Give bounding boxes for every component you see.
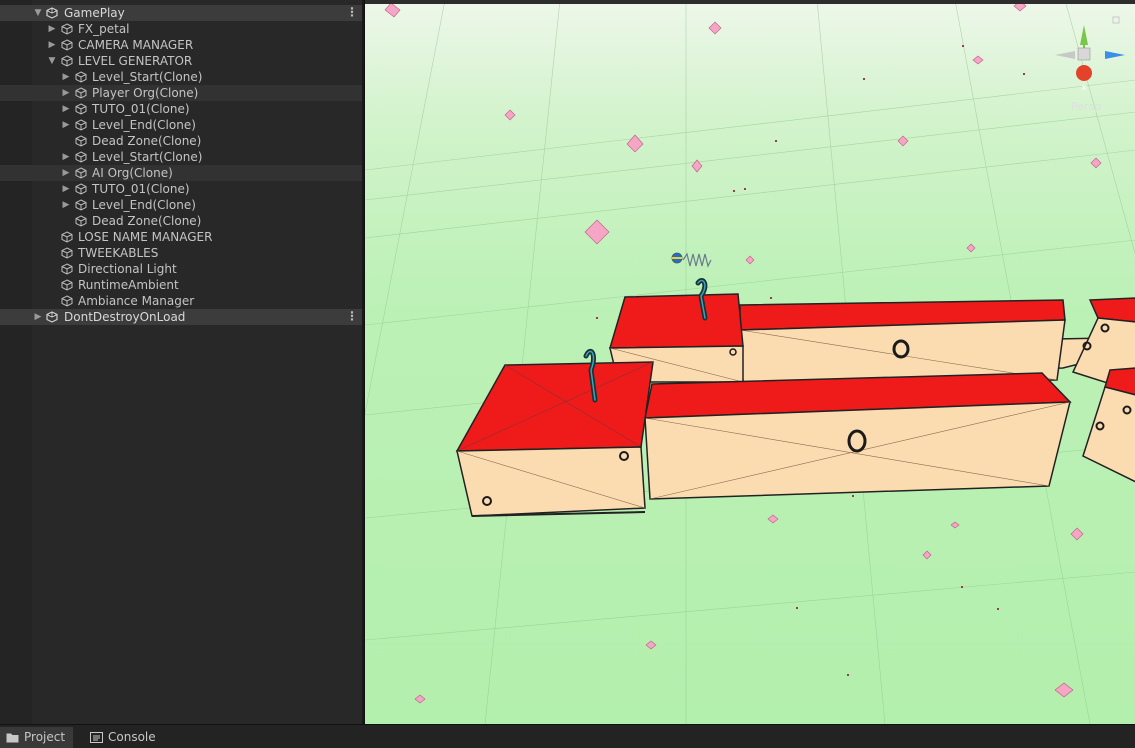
item-label: Ambiance Manager [78,294,195,308]
expand-arrow-icon[interactable]: ▶ [61,69,71,85]
hierarchy-item-directional-light[interactable]: Directional Light [0,261,362,277]
item-label: TUTO_01(Clone) [92,182,190,196]
prefab-cube-icon [75,199,87,211]
gizmo-x-label: x [1081,83,1087,93]
gameobject-cube-icon [61,23,73,35]
item-label: Dead Zone(Clone) [92,214,202,228]
tab-console[interactable]: Console [84,727,164,748]
scene-toolbar-strip [365,0,1135,4]
item-label: RuntimeAmbient [78,278,179,292]
item-label: FX_petal [78,22,130,36]
item-label: Level_Start(Clone) [92,150,203,164]
scene-label: DontDestroyOnLoad [64,310,186,324]
hierarchy-item-dead-zone-clone[interactable]: Dead Zone(Clone) [0,213,362,229]
hierarchy-item-level-end-clone[interactable]: ▶ Level_End(Clone) [0,197,362,213]
hierarchy-item-runtime-ambient[interactable]: RuntimeAmbient [0,277,362,293]
expand-arrow-icon[interactable]: ▶ [33,309,43,325]
item-label: Level_Start(Clone) [92,70,203,84]
hierarchy-item-dead-zone-clone[interactable]: Dead Zone(Clone) [0,133,362,149]
hierarchy-item-ai-org-clone[interactable]: ▶ AI Org(Clone) [0,165,362,181]
prefab-cube-icon [75,151,87,163]
item-label: Player Org(Clone) [92,86,199,100]
expand-arrow-icon[interactable]: ▶ [47,37,57,53]
console-icon [90,732,103,743]
prefab-cube-icon [75,71,87,83]
item-label: AI Org(Clone) [92,166,173,180]
scene-canvas[interactable]: x Persp [365,0,1135,724]
expand-arrow-icon[interactable]: ▼ [33,5,43,21]
item-label: Level_End(Clone) [92,118,196,132]
unity-scene-icon [46,311,58,323]
hierarchy-panel: ▼ GamePlay ⋮ ▶ FX_petal ▶ CAMERA MANAGER… [0,0,362,724]
projection-label[interactable]: Persp [1071,100,1101,113]
gameobject-cube-icon [61,295,73,307]
item-label: CAMERA MANAGER [78,38,194,52]
tab-project-label: Project [24,730,66,744]
bottom-tab-bar: Project Console [0,724,1135,748]
item-label: LOSE NAME MANAGER [78,230,213,244]
item-label: Level_End(Clone) [92,198,196,212]
scene-view[interactable]: x Persp [364,0,1135,724]
gameobject-cube-icon [61,39,73,51]
prefab-cube-icon [75,119,87,131]
hierarchy-item-tuto-01-clone[interactable]: ▶ TUTO_01(Clone) [0,181,362,197]
tab-console-label: Console [108,730,156,744]
expand-arrow-icon[interactable]: ▶ [61,181,71,197]
expand-arrow-icon[interactable]: ▶ [61,197,71,213]
hierarchy-item-player-org-clone[interactable]: ▶ Player Org(Clone) [0,85,362,101]
hierarchy-item-lose-name-manager[interactable]: LOSE NAME MANAGER [0,229,362,245]
scene-menu-icon[interactable]: ⋮ [346,5,358,21]
hierarchy-item-level-start-clone[interactable]: ▶ Level_Start(Clone) [0,69,362,85]
item-label: TUTO_01(Clone) [92,102,190,116]
hierarchy-scene-dontdestroyonload[interactable]: ▶ DontDestroyOnLoad ⋮ [0,309,362,325]
hierarchy-item-ambiance-manager[interactable]: Ambiance Manager [0,293,362,309]
hierarchy-item-level-generator[interactable]: ▼ LEVEL GENERATOR [0,53,362,69]
folder-icon [6,733,19,743]
hierarchy-item-level-start-clone[interactable]: ▶ Level_Start(Clone) [0,149,362,165]
item-label: LEVEL GENERATOR [78,54,193,68]
hierarchy-scene-gameplay[interactable]: ▼ GamePlay ⋮ [0,5,362,21]
expand-arrow-icon[interactable]: ▶ [61,101,71,117]
hierarchy-item-tweekables[interactable]: TWEEKABLES [0,245,362,261]
gameobject-cube-icon [61,263,73,275]
item-label: Dead Zone(Clone) [92,134,202,148]
platform-box-back[interactable] [739,299,1112,383]
tab-project[interactable]: Project [0,727,74,748]
unity-scene-icon [46,7,58,19]
gameobject-cube-icon [75,215,87,227]
expand-arrow-icon[interactable]: ▶ [61,149,71,165]
prefab-cube-icon [75,103,87,115]
hierarchy-item-tuto-01-clone[interactable]: ▶ TUTO_01(Clone) [0,101,362,117]
hierarchy-item-camera-manager[interactable]: ▶ CAMERA MANAGER [0,37,362,53]
expand-arrow-icon[interactable]: ▶ [47,21,57,37]
platform-box-front-long[interactable] [644,372,1072,500]
expand-arrow-icon[interactable]: ▶ [61,117,71,133]
gameobject-cube-icon [61,55,73,67]
expand-arrow-icon[interactable]: ▶ [61,85,71,101]
gameobject-cube-icon [61,279,73,291]
hierarchy-item-fx-petal[interactable]: ▶ FX_petal [0,21,362,37]
scene-menu-icon[interactable]: ⋮ [346,309,358,325]
scene-label: GamePlay [64,6,125,20]
item-label: TWEEKABLES [78,246,159,260]
item-label: Directional Light [78,262,177,276]
prefab-cube-icon [75,167,87,179]
gameobject-cube-icon [61,247,73,259]
expand-arrow-icon[interactable]: ▶ [61,165,71,181]
prefab-cube-icon [75,183,87,195]
prefab-cube-icon [75,87,87,99]
gameobject-cube-icon [61,231,73,243]
expand-arrow-icon[interactable]: ▼ [47,53,57,69]
hierarchy-item-level-end-clone[interactable]: ▶ Level_End(Clone) [0,117,362,133]
gameobject-cube-icon [75,135,87,147]
